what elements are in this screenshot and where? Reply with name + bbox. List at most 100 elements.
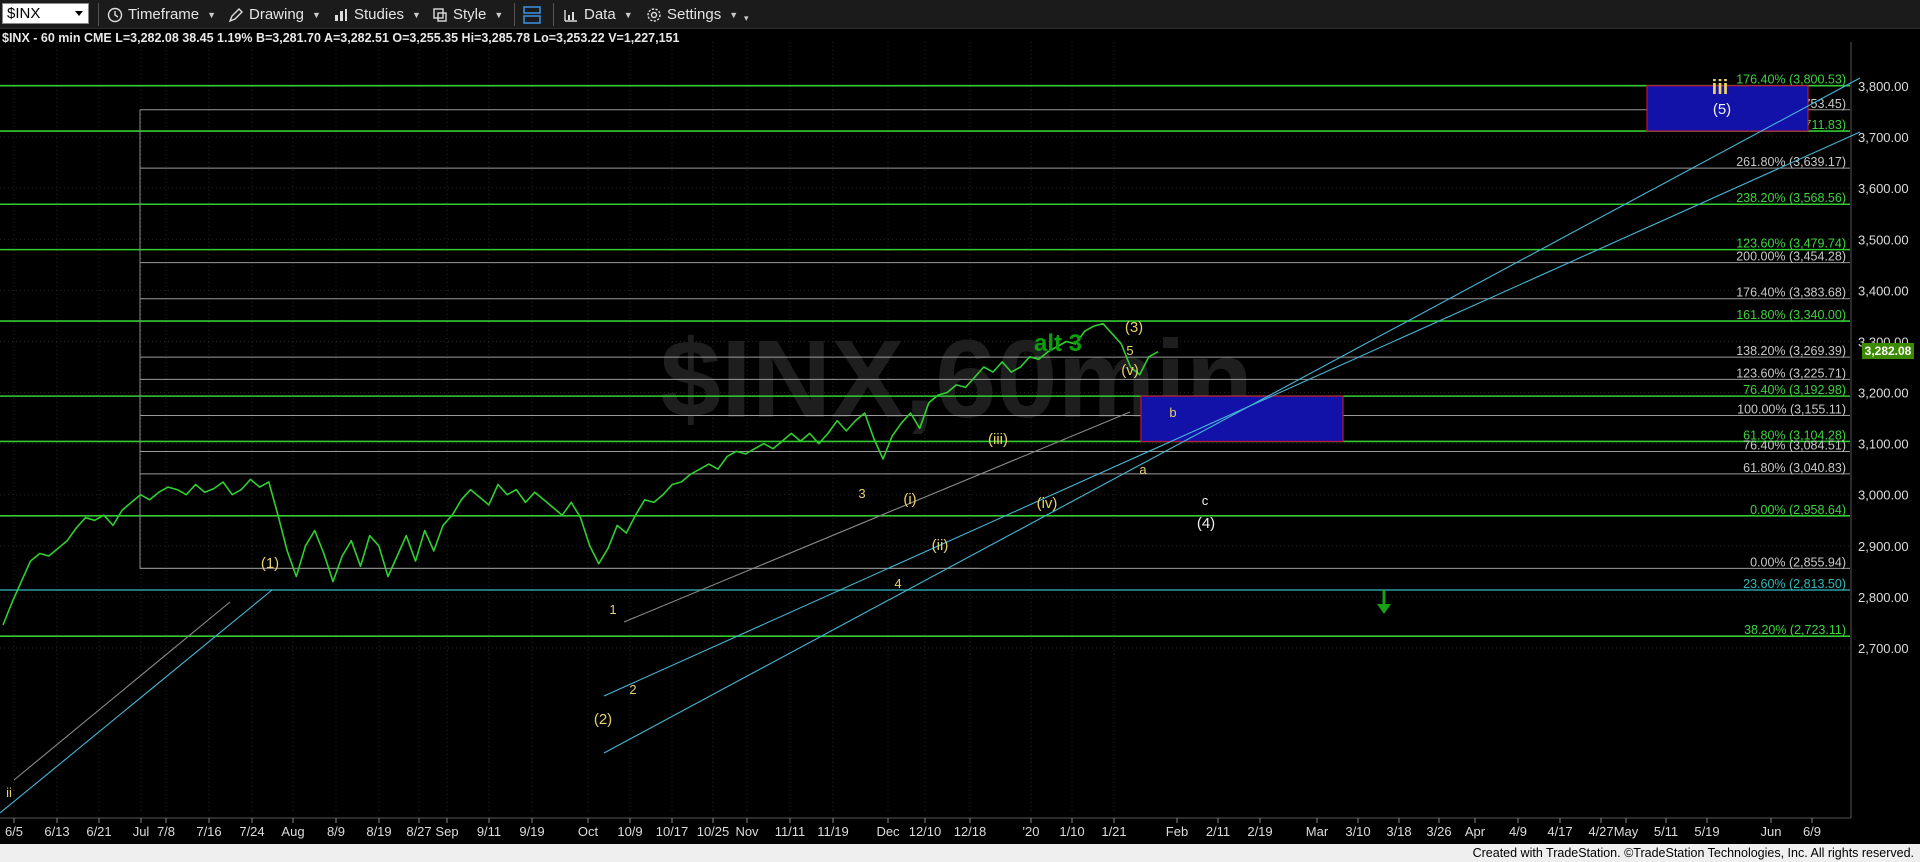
y-axis-tick-label: 3,700.00 xyxy=(1858,130,1909,145)
pencil-icon xyxy=(228,7,243,22)
wave-label: alt 3 xyxy=(1034,330,1082,357)
gear-icon xyxy=(647,7,661,22)
layout-button[interactable] xyxy=(522,4,547,25)
timeframe-button[interactable]: Timeframe ▼ xyxy=(107,4,216,25)
x-axis-tick-label: 5/11 xyxy=(1654,824,1678,839)
channel-line xyxy=(0,589,273,814)
fib-level-label: 138.20% (3,269.39) xyxy=(1736,344,1846,358)
price-chart[interactable]: $INX,60min 176.40% (3,800.53)300.00% (3,… xyxy=(0,42,1920,844)
drawing-button[interactable]: Drawing ▼ xyxy=(228,4,321,25)
x-axis-tick-label: 3/10 xyxy=(1345,824,1370,839)
x-axis-tick-label: 8/9 xyxy=(327,824,345,839)
x-axis-tick-label: 1/10 xyxy=(1059,824,1084,839)
chevron-down-icon: ▾ xyxy=(744,13,749,23)
chevron-down-icon: ▼ xyxy=(623,9,633,20)
wave-label: ii xyxy=(6,785,12,800)
clock-icon xyxy=(107,7,123,22)
symbol-value: $INX xyxy=(7,5,41,22)
data-button[interactable]: Data ▼ xyxy=(563,4,633,25)
more-options-button[interactable]: ▾ xyxy=(744,8,749,29)
wave-label: (iv) xyxy=(1037,495,1058,512)
chevron-down-icon: ▼ xyxy=(312,9,321,20)
x-axis-tick-label: 6/5 xyxy=(5,824,23,839)
x-axis-tick-label: 2/11 xyxy=(1206,824,1230,839)
x-axis-tick-label: Nov xyxy=(735,824,759,839)
x-axis-tick-label: 12/18 xyxy=(954,824,987,839)
wave-label: 4 xyxy=(894,576,901,591)
wave-label: (4) xyxy=(1197,515,1215,532)
wave-label: 2 xyxy=(629,682,636,697)
style-button[interactable]: Style ▼ xyxy=(432,4,503,25)
bar-chart-icon xyxy=(564,9,577,22)
x-axis-tick-label: 6/13 xyxy=(44,824,69,839)
x-axis-tick-label: 11/19 xyxy=(817,824,849,839)
fib-level-label: 23.60% (2,813.50) xyxy=(1743,577,1846,591)
x-axis-tick-label: 9/11 xyxy=(477,824,501,839)
x-axis-tick-label: 7/8 xyxy=(157,824,175,839)
x-axis-tick-label: Jul xyxy=(133,824,150,839)
x-axis-tick-label: Dec xyxy=(876,824,900,839)
wave-label: (ii) xyxy=(932,537,949,554)
wave-label: (v) xyxy=(1121,362,1139,379)
y-axis: 2,700.00 2,800.00 2,900.00 3,000.00 3,100.00… xyxy=(1858,79,1909,656)
fib-level-label: 38.20% (2,723.11) xyxy=(1744,623,1846,637)
fib-level-label: 76.40% (3,084.51) xyxy=(1743,439,1846,453)
x-axis-tick-label: 4/9 xyxy=(1509,824,1527,839)
fib-level-label: 176.40% (3,383.68) xyxy=(1736,286,1846,300)
wave-label: (iii) xyxy=(988,431,1008,448)
wave-label: c xyxy=(1202,493,1209,508)
x-axis-tick-label: 10/25 xyxy=(697,824,730,839)
drawing-label: Drawing xyxy=(249,6,305,23)
y-axis-tick-label: 2,900.00 xyxy=(1858,539,1909,554)
x-axis-tick-label: 8/19 xyxy=(366,824,391,839)
x-axis-tick-label: Sep xyxy=(435,824,458,839)
fib-level-label: 0.00% (2,958.64) xyxy=(1750,503,1846,517)
wave-label: iii xyxy=(1712,77,1729,99)
layout-icon xyxy=(523,5,541,24)
x-axis-tick-label: 3/18 xyxy=(1386,824,1411,839)
wave-label: (5) xyxy=(1713,101,1731,118)
wave-label: a xyxy=(1139,462,1147,477)
x-axis-tick-label: 5/19 xyxy=(1694,824,1719,839)
symbol-dropdown-icon[interactable] xyxy=(75,11,83,16)
settings-label: Settings xyxy=(667,6,722,23)
studies-button[interactable]: Studies ▼ xyxy=(333,4,421,25)
toolbar-divider xyxy=(553,3,554,26)
x-axis-tick-label: 2/19 xyxy=(1247,824,1272,839)
fib-level-label: 161.80% (3,340.00) xyxy=(1736,308,1846,322)
y-axis-tick-label: 2,700.00 xyxy=(1858,641,1909,656)
data-label: Data xyxy=(584,6,616,23)
x-axis-tick-label: 6/9 xyxy=(1803,824,1821,839)
down-arrow-icon xyxy=(1377,590,1391,614)
y-axis-tick-label: 3,200.00 xyxy=(1858,386,1909,401)
wave-label: (3) xyxy=(1125,319,1143,336)
x-axis-tick-label: Mar xyxy=(1306,824,1329,839)
fib-level-label: 238.20% (3,568.56) xyxy=(1736,191,1846,205)
down-arrow-head xyxy=(1377,604,1391,614)
fib-level-label: 61.80% (3,040.83) xyxy=(1743,461,1846,475)
toolbar: $INX Timeframe ▼ Drawing ▼ Studies ▼ Sty… xyxy=(0,0,1920,29)
x-axis-tick-label: 6/21 xyxy=(86,824,111,839)
wave-label: 1 xyxy=(609,602,616,617)
fib-level-label: 123.60% (3,479.74) xyxy=(1736,237,1846,251)
x-axis-tick-label: 8/27 xyxy=(406,824,431,839)
wave-label: (i) xyxy=(903,491,916,508)
x-axis-tick-label: Aug xyxy=(281,824,304,839)
chevron-down-icon: ▼ xyxy=(207,9,217,20)
studies-label: Studies xyxy=(354,6,405,23)
x-axis: 6/5 6/13 6/21 Jul 7/8 7/16 7/24 Aug 8/9 8/19 8/27 S… xyxy=(0,817,1851,839)
wave-label: 5 xyxy=(1126,343,1133,358)
symbol-input[interactable]: $INX xyxy=(2,3,89,24)
x-axis-tick-label: May xyxy=(1614,824,1639,839)
y-axis-tick-label: 3,400.00 xyxy=(1858,283,1909,298)
settings-button[interactable]: Settings ▼ xyxy=(646,4,738,25)
x-axis-tick-label: '20 xyxy=(1023,824,1040,839)
y-axis-tick-label: 2,800.00 xyxy=(1858,590,1909,605)
fib-level-label: 123.60% (3,225.71) xyxy=(1736,366,1846,380)
fib-level-label: 261.80% (3,639.17) xyxy=(1736,155,1846,169)
x-axis-tick-label: 7/24 xyxy=(239,824,264,839)
wave-label: (1) xyxy=(261,555,279,572)
chevron-down-icon: ▼ xyxy=(494,9,504,20)
y-axis-tick-label: 3,600.00 xyxy=(1858,181,1909,196)
fib-level-label: 200.00% (3,454.28) xyxy=(1736,250,1846,264)
